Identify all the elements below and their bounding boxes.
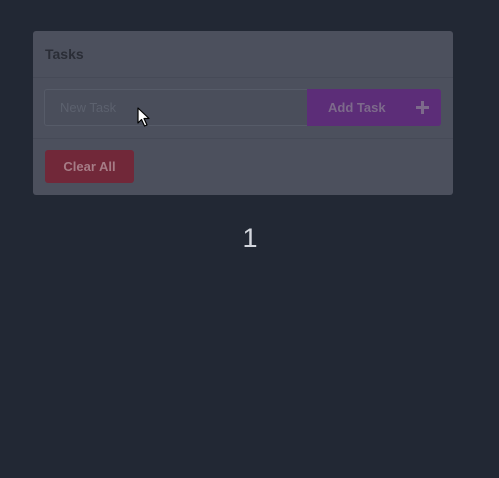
tasks-card: Tasks Add Task Clear All bbox=[33, 31, 453, 195]
task-counter: 1 bbox=[242, 223, 258, 253]
plus-icon bbox=[416, 101, 429, 114]
clear-all-button[interactable]: Clear All bbox=[45, 150, 134, 183]
card-title: Tasks bbox=[45, 46, 84, 62]
add-task-label: Add Task bbox=[328, 100, 386, 115]
new-task-row: Add Task bbox=[44, 89, 441, 126]
add-task-button[interactable]: Add Task bbox=[307, 89, 441, 126]
clear-all-label: Clear All bbox=[63, 159, 116, 174]
card-header: Tasks bbox=[33, 31, 453, 78]
card-divider bbox=[33, 138, 453, 139]
new-task-input[interactable] bbox=[44, 89, 307, 126]
